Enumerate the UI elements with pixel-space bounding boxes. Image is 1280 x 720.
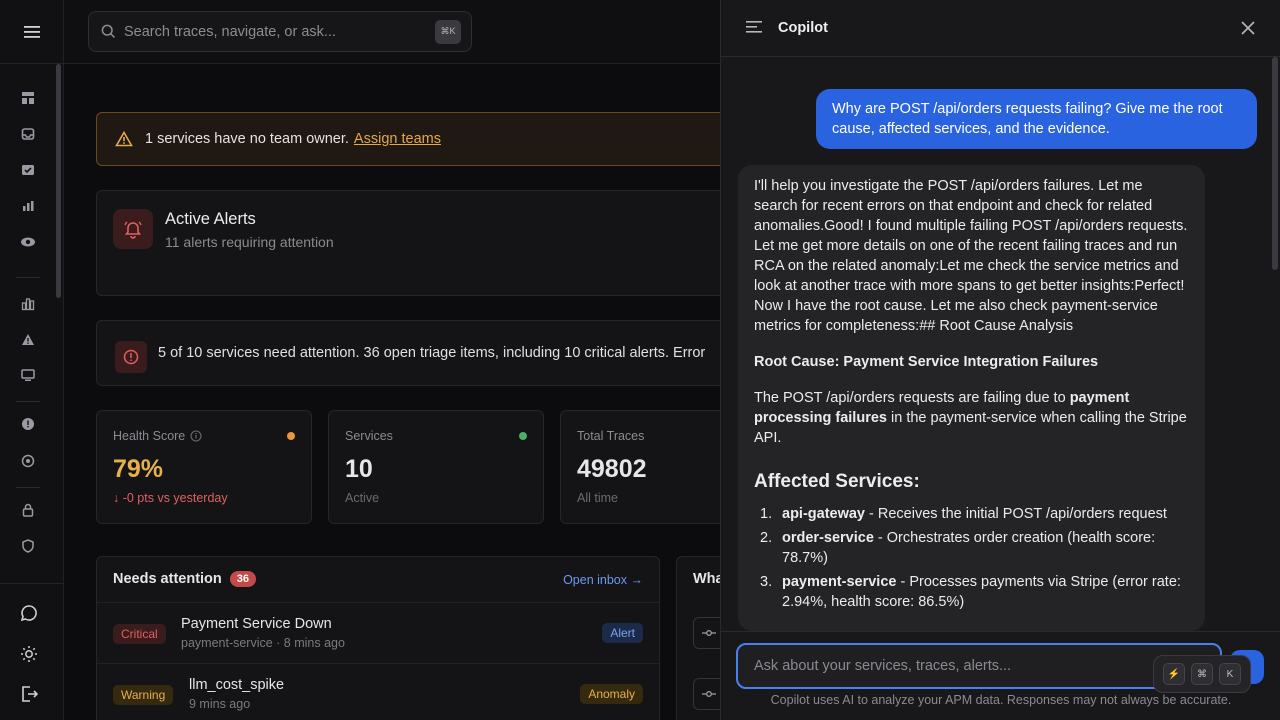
root-cause-heading: Root Cause: Payment Service Integration … bbox=[754, 354, 1099, 370]
type-badge: Anomaly bbox=[580, 684, 643, 704]
search-input[interactable]: Search traces, navigate, or ask... bbox=[124, 24, 435, 40]
rail-divider bbox=[16, 487, 40, 488]
triage-title: Payment Service Down bbox=[181, 616, 332, 632]
command-key: ⌘ bbox=[1191, 663, 1213, 685]
commit-icon[interactable] bbox=[693, 617, 720, 649]
services-label: Services bbox=[345, 429, 393, 443]
copilot-panel: Copilot Why are POST /api/orders request… bbox=[720, 0, 1280, 720]
open-inbox-link[interactable]: Open inbox → bbox=[563, 573, 643, 587]
services-card[interactable]: Services 10 Active bbox=[328, 410, 544, 524]
services-value: 10 bbox=[345, 455, 373, 483]
triage-row[interactable]: Critical Payment Service Down payment-se… bbox=[97, 602, 659, 663]
affected-services-heading: Affected Services: bbox=[754, 471, 920, 492]
needs-attention-title: Needs attention bbox=[113, 571, 222, 587]
assistant-message: I'll help you investigate the POST /api/… bbox=[738, 165, 1205, 631]
close-icon[interactable] bbox=[1241, 21, 1255, 35]
info-icon[interactable] bbox=[190, 430, 202, 442]
rail-divider bbox=[0, 583, 64, 584]
severity-badge: Warning bbox=[113, 685, 174, 705]
triage-title: llm_cost_spike bbox=[189, 677, 285, 693]
health-score-value: 79% bbox=[113, 455, 164, 483]
copilot-title: Copilot bbox=[778, 20, 828, 36]
top-bar: Search traces, navigate, or ask... ⌘K bbox=[64, 0, 720, 64]
team-owner-banner: 1 services have no team owner. Assign te… bbox=[96, 112, 720, 166]
copilot-menu-icon[interactable] bbox=[746, 21, 762, 33]
checklist-icon[interactable] bbox=[19, 161, 37, 179]
triage-meta: 9 mins ago bbox=[189, 697, 251, 711]
inbox-icon[interactable] bbox=[19, 125, 37, 143]
search-icon bbox=[101, 24, 116, 39]
bell-alert-icon bbox=[113, 209, 153, 249]
summary-text: 5 of 10 services need attention. 36 open… bbox=[158, 345, 706, 361]
shield-icon[interactable] bbox=[19, 537, 37, 555]
severity-badge: Critical bbox=[113, 624, 166, 644]
total-traces-label: Total Traces bbox=[577, 429, 645, 443]
services-status-dot bbox=[519, 432, 527, 440]
left-rail bbox=[0, 0, 64, 720]
user-message: Why are POST /api/orders requests failin… bbox=[816, 89, 1257, 149]
health-status-dot bbox=[287, 432, 295, 440]
attention-summary-card: 5 of 10 services need attention. 36 open… bbox=[96, 320, 720, 386]
lock-icon[interactable] bbox=[19, 501, 37, 519]
commit-icon[interactable] bbox=[693, 678, 720, 710]
total-traces-card[interactable]: Total Traces 49802 All time bbox=[560, 410, 720, 524]
needs-attention-card: Needs attention 36 Open inbox → Critical… bbox=[96, 556, 660, 720]
metrics-icon[interactable] bbox=[19, 197, 37, 215]
rail-divider bbox=[16, 277, 40, 278]
theme-sun-icon[interactable] bbox=[20, 645, 38, 663]
copilot-header: Copilot bbox=[721, 0, 1280, 57]
active-alerts-subtitle: 11 alerts requiring attention bbox=[165, 234, 334, 250]
dashboard-icon[interactable] bbox=[19, 89, 37, 107]
rail-divider bbox=[16, 401, 40, 402]
composer: Ask about your services, traces, alerts.… bbox=[721, 631, 1280, 720]
triage-meta: payment-service · 8 mins ago bbox=[181, 636, 345, 650]
side-card-title: Wha bbox=[693, 571, 720, 587]
chat-icon[interactable] bbox=[20, 604, 38, 622]
eye-icon[interactable] bbox=[19, 233, 37, 251]
monitor-icon[interactable] bbox=[19, 366, 37, 384]
chat-scrollbar[interactable] bbox=[1272, 57, 1278, 270]
bolt-icon[interactable]: ⚡ bbox=[1163, 663, 1185, 685]
bar-chart-icon[interactable] bbox=[19, 295, 37, 313]
triage-row[interactable]: Warning llm_cost_spike 9 mins ago Anomal… bbox=[97, 663, 659, 720]
active-alerts-title: Active Alerts bbox=[165, 210, 256, 228]
chat-input[interactable]: Ask about your services, traces, alerts.… bbox=[736, 643, 1222, 689]
search-box[interactable]: Search traces, navigate, or ask... ⌘K bbox=[88, 11, 472, 52]
needs-attention-header: Needs attention 36 bbox=[113, 571, 257, 587]
needs-attention-count: 36 bbox=[229, 571, 257, 587]
affected-service-item: 2. order-service - Orchestrates order cre… bbox=[760, 530, 1156, 566]
root-cause-paragraph: The POST /api/orders requests are failin… bbox=[754, 390, 1187, 446]
total-traces-value: 49802 bbox=[577, 455, 647, 483]
k-key: K bbox=[1219, 663, 1241, 685]
health-score-card[interactable]: Health Score 79% ↓ -0 pts vs yesterday bbox=[96, 410, 312, 524]
affected-service-item: 1. api-gateway - Receives the initial POS… bbox=[760, 506, 1167, 522]
shortcut-toolbar: ⚡ ⌘ K bbox=[1153, 655, 1251, 693]
ai-disclaimer: Copilot uses AI to analyze your APM data… bbox=[770, 693, 1232, 707]
health-score-label: Health Score bbox=[113, 429, 202, 443]
side-card: Wha bbox=[676, 556, 720, 720]
menu-icon[interactable] bbox=[23, 25, 40, 39]
active-alerts-card[interactable]: Active Alerts 11 alerts requiring attent… bbox=[96, 190, 720, 296]
total-traces-foot: All time bbox=[577, 491, 618, 505]
warning-icon[interactable] bbox=[19, 330, 37, 348]
error-icon[interactable] bbox=[19, 415, 37, 433]
affected-service-item: 3. payment-service - Processes payments v… bbox=[760, 574, 1181, 610]
main-content: 1 services have no team owner. Assign te… bbox=[64, 64, 720, 720]
rail-scrollbar[interactable] bbox=[56, 64, 61, 298]
banner-text: 1 services have no team owner. bbox=[145, 131, 349, 147]
health-score-delta: ↓ -0 pts vs yesterday bbox=[113, 491, 228, 505]
assign-teams-link[interactable]: Assign teams bbox=[354, 131, 441, 147]
assistant-intro: I'll help you investigate the POST /api/… bbox=[754, 178, 1188, 334]
warning-icon bbox=[115, 131, 133, 147]
affected-services-list: 1. api-gateway - Receives the initial POS… bbox=[754, 504, 1189, 612]
rail-header bbox=[0, 0, 63, 64]
target-icon[interactable] bbox=[19, 452, 37, 470]
services-foot: Active bbox=[345, 491, 380, 505]
logout-icon[interactable] bbox=[20, 685, 38, 703]
alert-circle-icon bbox=[115, 341, 147, 373]
search-shortcut: ⌘K bbox=[435, 19, 461, 44]
type-badge: Alert bbox=[602, 623, 643, 643]
